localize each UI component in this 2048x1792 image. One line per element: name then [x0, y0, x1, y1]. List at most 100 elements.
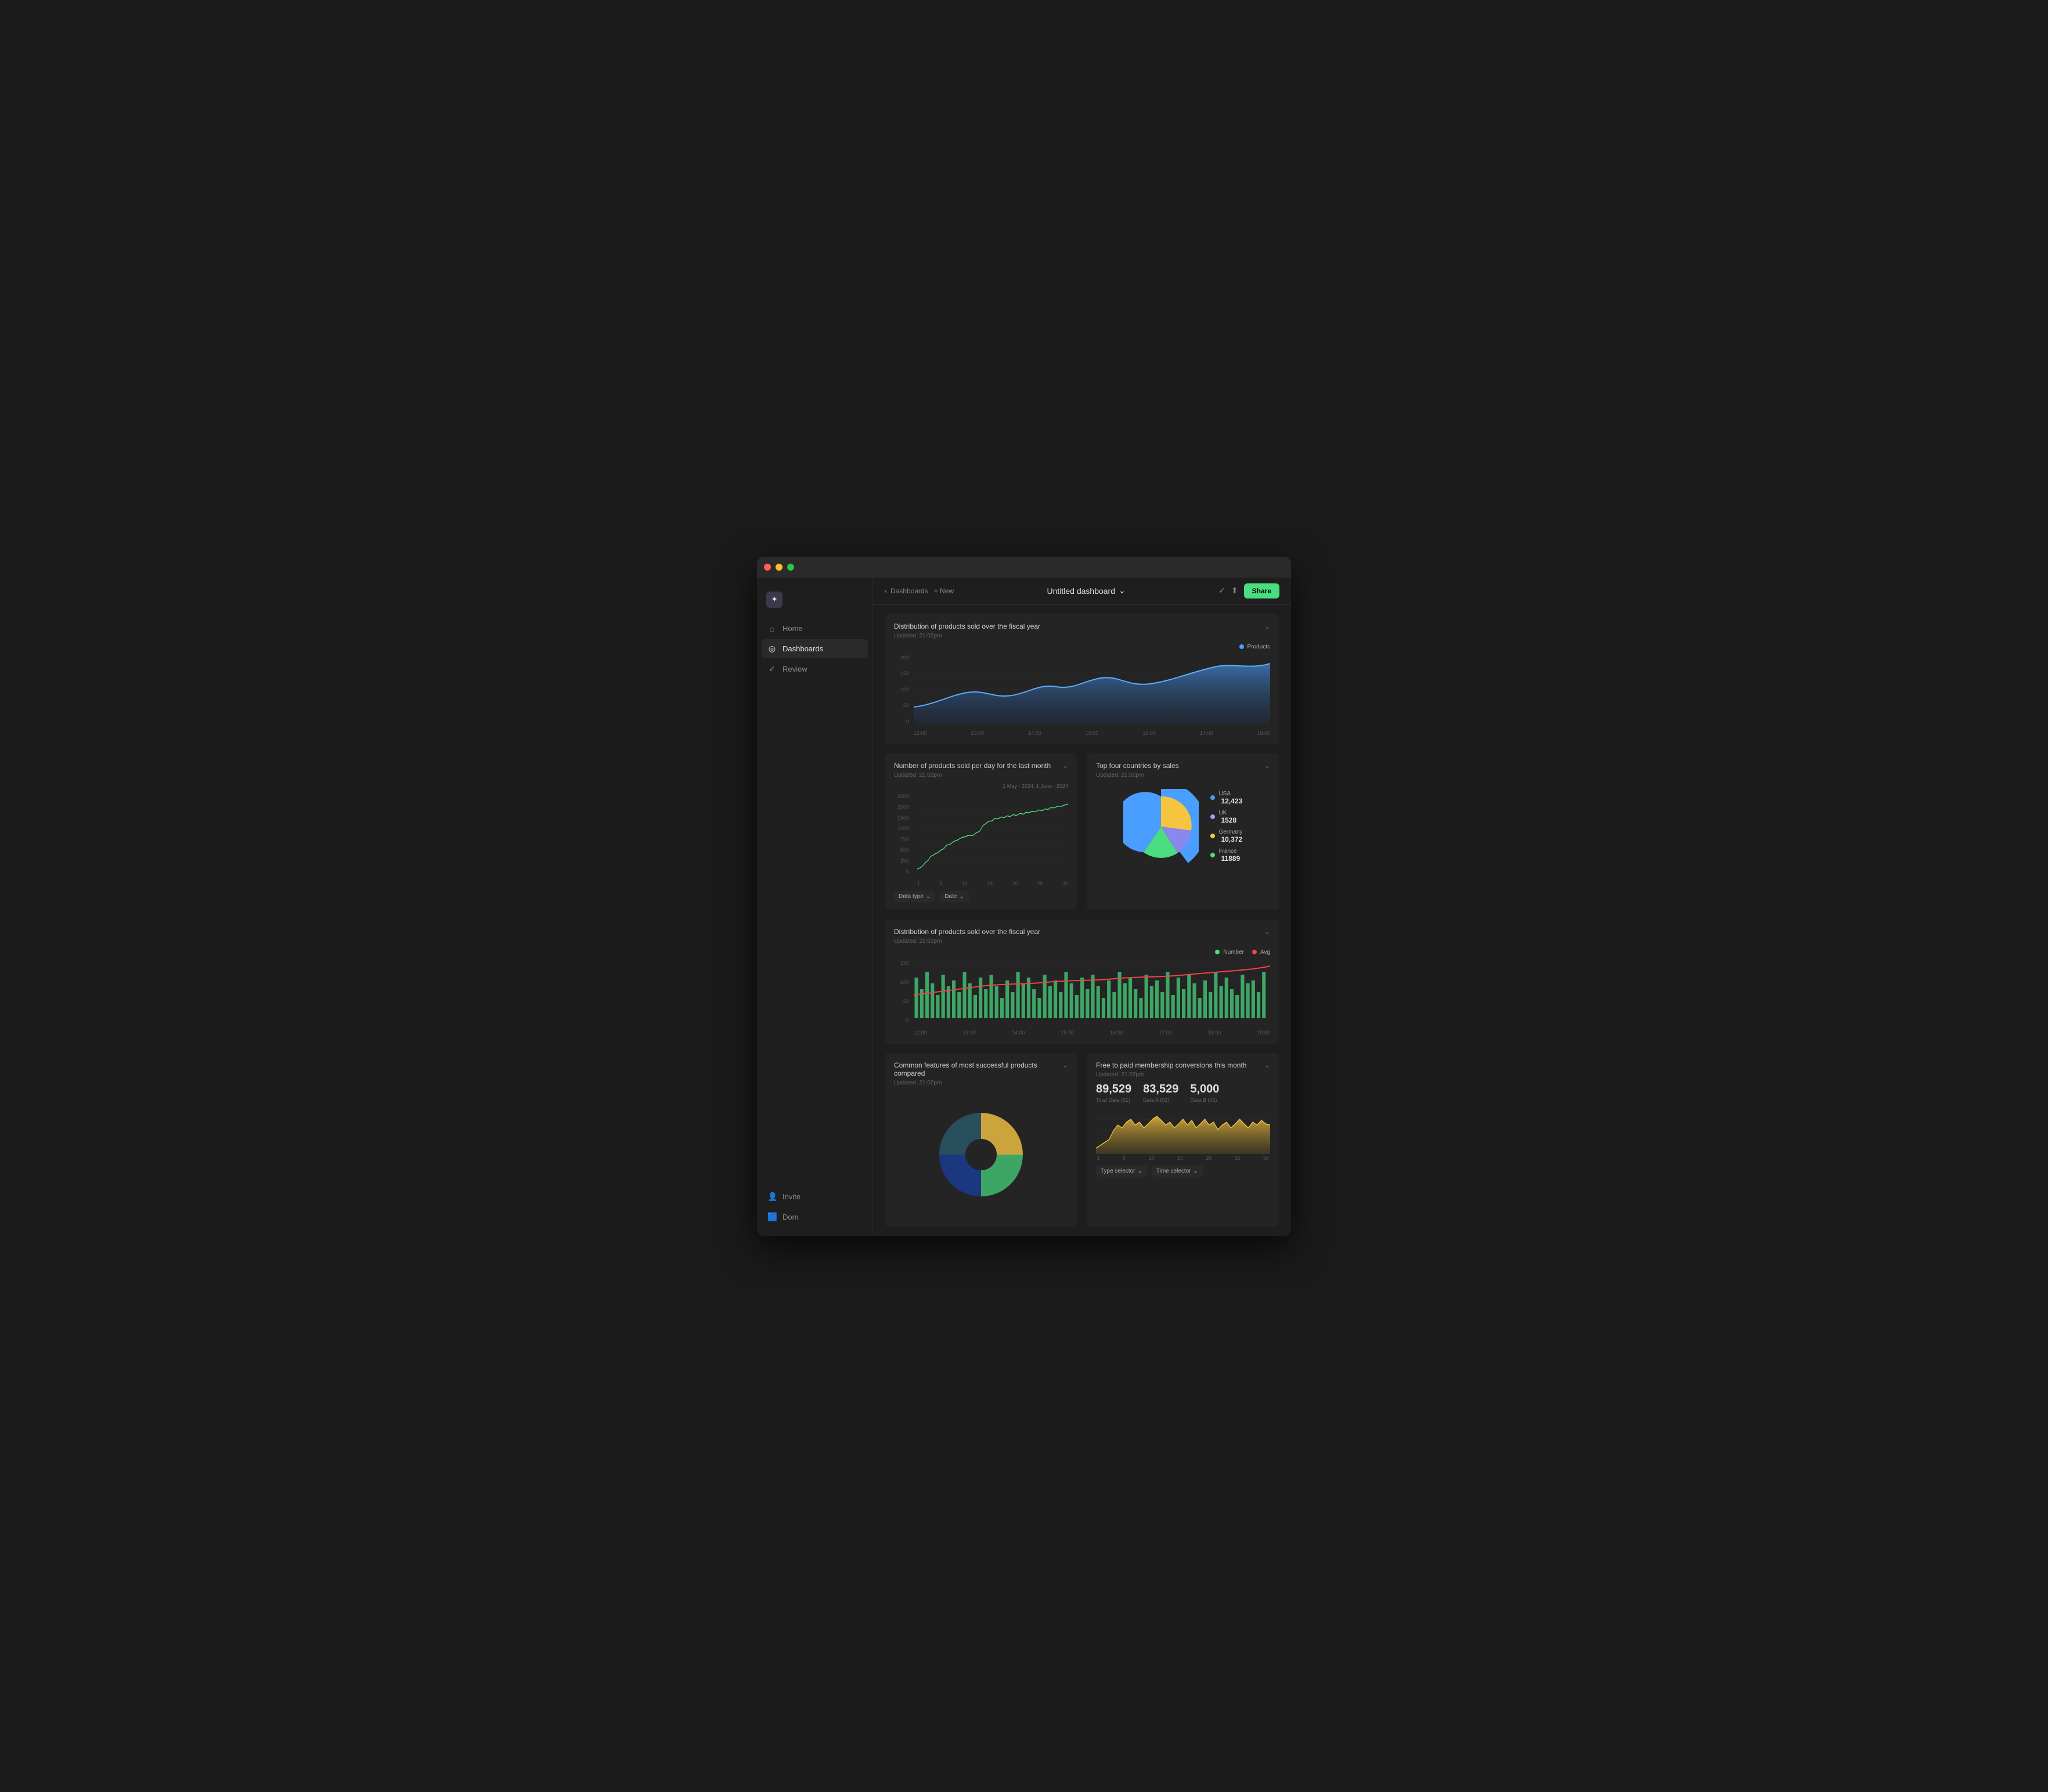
chart1-legend: Products	[894, 644, 1270, 650]
back-label: Dashboards	[890, 587, 928, 595]
chart5-pie-svg	[929, 1102, 1033, 1207]
type-selector-chevron-icon: ⌄	[1137, 1168, 1142, 1174]
chart3-updated: Updated: 21:02pm	[1096, 772, 1270, 778]
chart6-title: Free to paid membership conversions this…	[1096, 1061, 1246, 1069]
check-icon[interactable]: ✓	[1218, 586, 1225, 596]
chart2-collapse-icon[interactable]: ⌄	[1062, 762, 1068, 770]
chart4-title: Distribution of products sold over the f…	[894, 928, 1040, 936]
chart3-legend: USA 12,423 UK 1528	[1210, 791, 1242, 863]
chart3-legend-france: France 11889	[1210, 848, 1242, 863]
charts-row-2: Number of products sold per day for the …	[885, 753, 1279, 910]
chart6-updated: Updated: 21:02pm	[1096, 1072, 1270, 1078]
minimize-button[interactable]	[776, 564, 783, 571]
charts-row-bottom: Common features of most successful produ…	[885, 1053, 1279, 1227]
chart3-legend-usa: USA 12,423	[1210, 791, 1242, 805]
invite-icon: 👤	[767, 1192, 777, 1202]
chart4-legend: Number Avg	[894, 949, 1270, 956]
chart4-x-axis: 12:00 13:00 14:00 15:00 16:00 17:00 18:0…	[914, 1030, 1270, 1036]
stat-total-value: 89,529	[1096, 1083, 1131, 1096]
back-arrow-icon: ‹	[885, 587, 887, 595]
home-icon: ⌂	[767, 624, 777, 633]
stat-data-a-label: Data A (02)	[1143, 1097, 1178, 1103]
chart2-selectors: Data type ⌄ Date ⌄	[894, 891, 1068, 902]
chart2-header: Number of products sold per day for the …	[894, 762, 1068, 770]
close-button[interactable]	[764, 564, 771, 571]
chart4-header: Distribution of products sold over the f…	[894, 928, 1270, 936]
chart2-area: 2500 2000 1500 1000 750 500 250 0	[894, 794, 1068, 886]
stat-data-a-value: 83,529	[1143, 1083, 1178, 1096]
chart6-collapse-icon[interactable]: ⌄	[1264, 1061, 1270, 1069]
share-icon[interactable]: ⬆	[1231, 586, 1238, 596]
chart6-header: Free to paid membership conversions this…	[1096, 1061, 1270, 1069]
chart2-y-axis: 2500 2000 1500 1000 750 500 250 0	[894, 794, 911, 875]
share-button[interactable]: Share	[1244, 583, 1279, 598]
dashboards-icon: ◎	[767, 644, 777, 654]
sidebar-item-home-label: Home	[783, 624, 803, 633]
logo: ✦	[757, 587, 872, 619]
chart-distribution-1: Distribution of products sold over the f…	[885, 614, 1279, 744]
new-button[interactable]: + New	[934, 587, 954, 595]
chart4-area: 150 100 50 0	[894, 960, 1270, 1036]
dom-icon: 🟦	[767, 1212, 777, 1222]
chart3-legend-germany: Germany 10,372	[1210, 829, 1242, 843]
chart5-header: Common features of most successful produ…	[894, 1061, 1068, 1077]
chart5-pie-container	[894, 1091, 1068, 1218]
maximize-button[interactable]	[787, 564, 794, 571]
titlebar	[757, 557, 1291, 578]
chart4-number-dot	[1215, 950, 1220, 954]
uk-value: 1528	[1221, 816, 1236, 824]
sidebar-item-review[interactable]: ✓ Review	[762, 659, 868, 679]
chart1-title: Distribution of products sold over the f…	[894, 622, 1040, 630]
chart5-updated: Updated: 21:02pm	[894, 1080, 1068, 1086]
chart5-title: Common features of most successful produ…	[894, 1061, 1062, 1077]
chart4-svg-area	[914, 960, 1270, 1024]
chart2-svg-area	[917, 794, 1068, 875]
chart1-collapse-icon[interactable]: ⌄	[1264, 622, 1270, 630]
chart4-avg-label: Avg	[1260, 949, 1270, 956]
sidebar-item-dom-label: Dom	[783, 1213, 798, 1221]
back-button[interactable]: ‹ Dashboards	[885, 587, 928, 595]
chart1-svg-area	[914, 655, 1270, 724]
stat-data-b-label: Data B (03)	[1190, 1097, 1219, 1103]
date-selector[interactable]: Date ⌄	[940, 891, 969, 902]
chevron-down-icon: ⌄	[1119, 586, 1126, 596]
time-selector-button[interactable]: Time selector ⌄	[1152, 1166, 1203, 1177]
chart3-title: Top four countries by sales	[1096, 762, 1179, 770]
logo-icon: ✦	[766, 592, 783, 608]
sidebar-item-home[interactable]: ⌂ Home	[762, 619, 868, 638]
sidebar-item-invite[interactable]: 👤 Invite	[762, 1187, 868, 1206]
chart6-area	[1096, 1108, 1270, 1154]
chart5-collapse-icon[interactable]: ⌄	[1062, 1061, 1068, 1069]
time-selector-chevron-icon: ⌄	[1194, 1168, 1198, 1174]
uk-dot	[1210, 814, 1215, 819]
chart4-y-axis: 150 100 50 0	[894, 960, 911, 1024]
topbar: ‹ Dashboards + New Untitled dashboard ⌄ …	[873, 578, 1291, 605]
sidebar-bottom: 👤 Invite 🟦 Dom	[757, 1187, 872, 1227]
dashboard-title[interactable]: Untitled dashboard ⌄	[1047, 586, 1125, 596]
app-window: ✦ ⌂ Home ◎ Dashboards ✓ Review 👤	[757, 557, 1291, 1236]
chart1-area: 200 150 100 50 0	[894, 655, 1270, 736]
type-selector-button[interactable]: Type selector ⌄	[1096, 1166, 1147, 1177]
chart4-collapse-icon[interactable]: ⌄	[1264, 928, 1270, 936]
data-type-label: Data type	[899, 893, 924, 900]
chart2-title: Number of products sold per day for the …	[894, 762, 1051, 770]
chart6-stats: 89,529 Total Data (01) 83,529 Data A (02…	[1096, 1083, 1270, 1103]
sidebar-item-dom[interactable]: 🟦 Dom	[762, 1207, 868, 1227]
dashboard-title-text: Untitled dashboard	[1047, 586, 1115, 596]
chart4-updated: Updated: 21:02pm	[894, 938, 1270, 944]
sidebar-item-dashboards-label: Dashboards	[783, 644, 823, 653]
sidebar-item-dashboards[interactable]: ◎ Dashboards	[762, 639, 868, 658]
france-value: 11889	[1221, 854, 1240, 863]
chart1-header: Distribution of products sold over the f…	[894, 622, 1270, 630]
topbar-right: ✓ ⬆ Share	[1218, 583, 1279, 598]
topbar-center: Untitled dashboard ⌄	[963, 586, 1209, 596]
chart3-collapse-icon[interactable]: ⌄	[1264, 762, 1270, 770]
chart1-y-axis: 200 150 100 50 0	[894, 655, 911, 724]
data-type-selector[interactable]: Data type ⌄	[894, 891, 935, 902]
chart1-legend-dot	[1239, 644, 1244, 649]
dashboard-body: Distribution of products sold over the f…	[873, 605, 1291, 1236]
chart6-selectors: Type selector ⌄ Time selector ⌄	[1096, 1166, 1270, 1177]
germany-value: 10,372	[1221, 835, 1242, 843]
chart6-x-axis: 1 5 10 15 20 25 30	[1096, 1155, 1270, 1161]
data-type-chevron-icon: ⌄	[926, 893, 931, 900]
